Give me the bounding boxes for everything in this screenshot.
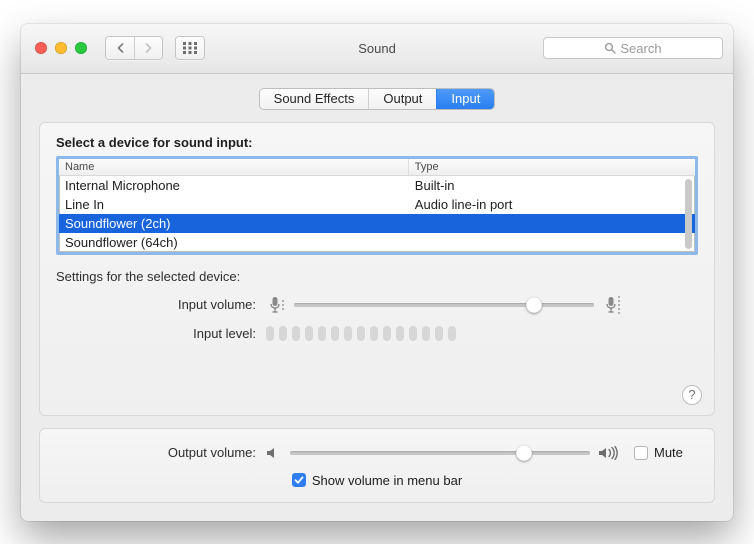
forward-button[interactable] [134, 37, 162, 59]
minimize-window-button[interactable] [55, 42, 67, 54]
device-name: Internal Microphone [59, 176, 409, 195]
mute-checkbox[interactable]: Mute [634, 445, 683, 460]
device-row[interactable]: Soundflower (64ch) [59, 233, 695, 252]
mute-label: Mute [654, 445, 683, 460]
output-volume-label: Output volume: [56, 445, 266, 460]
search-placeholder: Search [620, 41, 661, 56]
column-header-type[interactable]: Type [409, 159, 695, 175]
level-segment [435, 326, 443, 341]
device-type: Audio line-in port [409, 195, 695, 214]
tab-input[interactable]: Input [436, 89, 494, 109]
zoom-window-button[interactable] [75, 42, 87, 54]
content-area: Sound EffectsOutputInput Select a device… [21, 74, 733, 521]
show-in-menubar-checkbox[interactable]: Show volume in menu bar [292, 473, 462, 488]
level-segment [370, 326, 378, 341]
level-segment [383, 326, 391, 341]
tab-sound-effects[interactable]: Sound Effects [260, 89, 369, 109]
device-row[interactable]: Soundflower (2ch) [59, 214, 695, 233]
device-name: Soundflower (2ch) [59, 214, 409, 233]
input-volume-label: Input volume: [56, 297, 266, 312]
output-panel: Output volume: Mute [39, 428, 715, 503]
checkbox-icon [634, 446, 648, 460]
device-listbox[interactable]: Name Type Internal MicrophoneBuilt-inLin… [56, 156, 698, 255]
scrollbar-thumb[interactable] [685, 179, 692, 249]
checkbox-icon [292, 473, 306, 487]
level-segment [279, 326, 287, 341]
level-segment [422, 326, 430, 341]
device-rows: Internal MicrophoneBuilt-inLine InAudio … [59, 176, 695, 252]
speaker-high-icon [598, 446, 620, 460]
mic-high-icon [602, 294, 622, 316]
show-in-menubar-label: Show volume in menu bar [312, 473, 462, 488]
input-level-label: Input level: [56, 326, 266, 341]
nav-back-forward [105, 36, 163, 60]
level-segment [318, 326, 326, 341]
device-name: Soundflower (64ch) [59, 233, 409, 252]
check-icon [294, 475, 304, 485]
settings-heading: Settings for the selected device: [56, 269, 698, 284]
help-button[interactable]: ? [682, 385, 702, 405]
preferences-window: Sound Search Sound EffectsOutputInput Se… [21, 24, 733, 521]
speaker-low-icon [266, 446, 282, 460]
chevron-left-icon [116, 43, 125, 53]
slider-thumb[interactable] [526, 297, 542, 313]
show-all-button[interactable] [176, 37, 204, 59]
grid-icon [183, 42, 197, 54]
input-panel: Select a device for sound input: Name Ty… [39, 122, 715, 416]
level-segment [396, 326, 404, 341]
level-segment [448, 326, 456, 341]
device-row[interactable]: Internal MicrophoneBuilt-in [59, 176, 695, 195]
column-header-name[interactable]: Name [59, 159, 409, 175]
close-window-button[interactable] [35, 42, 47, 54]
level-segment [331, 326, 339, 341]
input-level-meter [266, 326, 456, 341]
show-all-button-group [175, 36, 205, 60]
level-segment [344, 326, 352, 341]
device-type [409, 233, 695, 252]
search-icon [604, 42, 616, 54]
window-controls [35, 42, 87, 54]
back-button[interactable] [106, 37, 134, 59]
device-type: Built-in [409, 176, 695, 195]
output-volume-row: Output volume: Mute [56, 443, 698, 463]
input-level-row: Input level: [56, 326, 698, 341]
help-icon: ? [688, 387, 695, 402]
device-list-header: Name Type [59, 159, 695, 176]
level-segment [357, 326, 365, 341]
device-name: Line In [59, 195, 409, 214]
device-type [409, 214, 695, 233]
level-segment [292, 326, 300, 341]
slider-track [290, 451, 590, 455]
level-segment [409, 326, 417, 341]
tabs: Sound EffectsOutputInput [259, 88, 496, 110]
input-volume-row: Input volume: [56, 294, 698, 316]
chevron-right-icon [144, 43, 153, 53]
device-list-heading: Select a device for sound input: [56, 135, 698, 150]
level-segment [305, 326, 313, 341]
level-segment [266, 326, 274, 341]
tab-output[interactable]: Output [368, 89, 436, 109]
window-toolbar: Sound Search [21, 24, 733, 74]
slider-track [294, 303, 594, 307]
output-volume-slider[interactable] [290, 443, 590, 463]
input-volume-slider[interactable] [294, 295, 594, 315]
show-in-menubar-row: Show volume in menu bar [56, 473, 698, 488]
slider-thumb[interactable] [516, 445, 532, 461]
device-row[interactable]: Line InAudio line-in port [59, 195, 695, 214]
search-field[interactable]: Search [543, 37, 723, 59]
mic-low-icon [266, 294, 286, 316]
